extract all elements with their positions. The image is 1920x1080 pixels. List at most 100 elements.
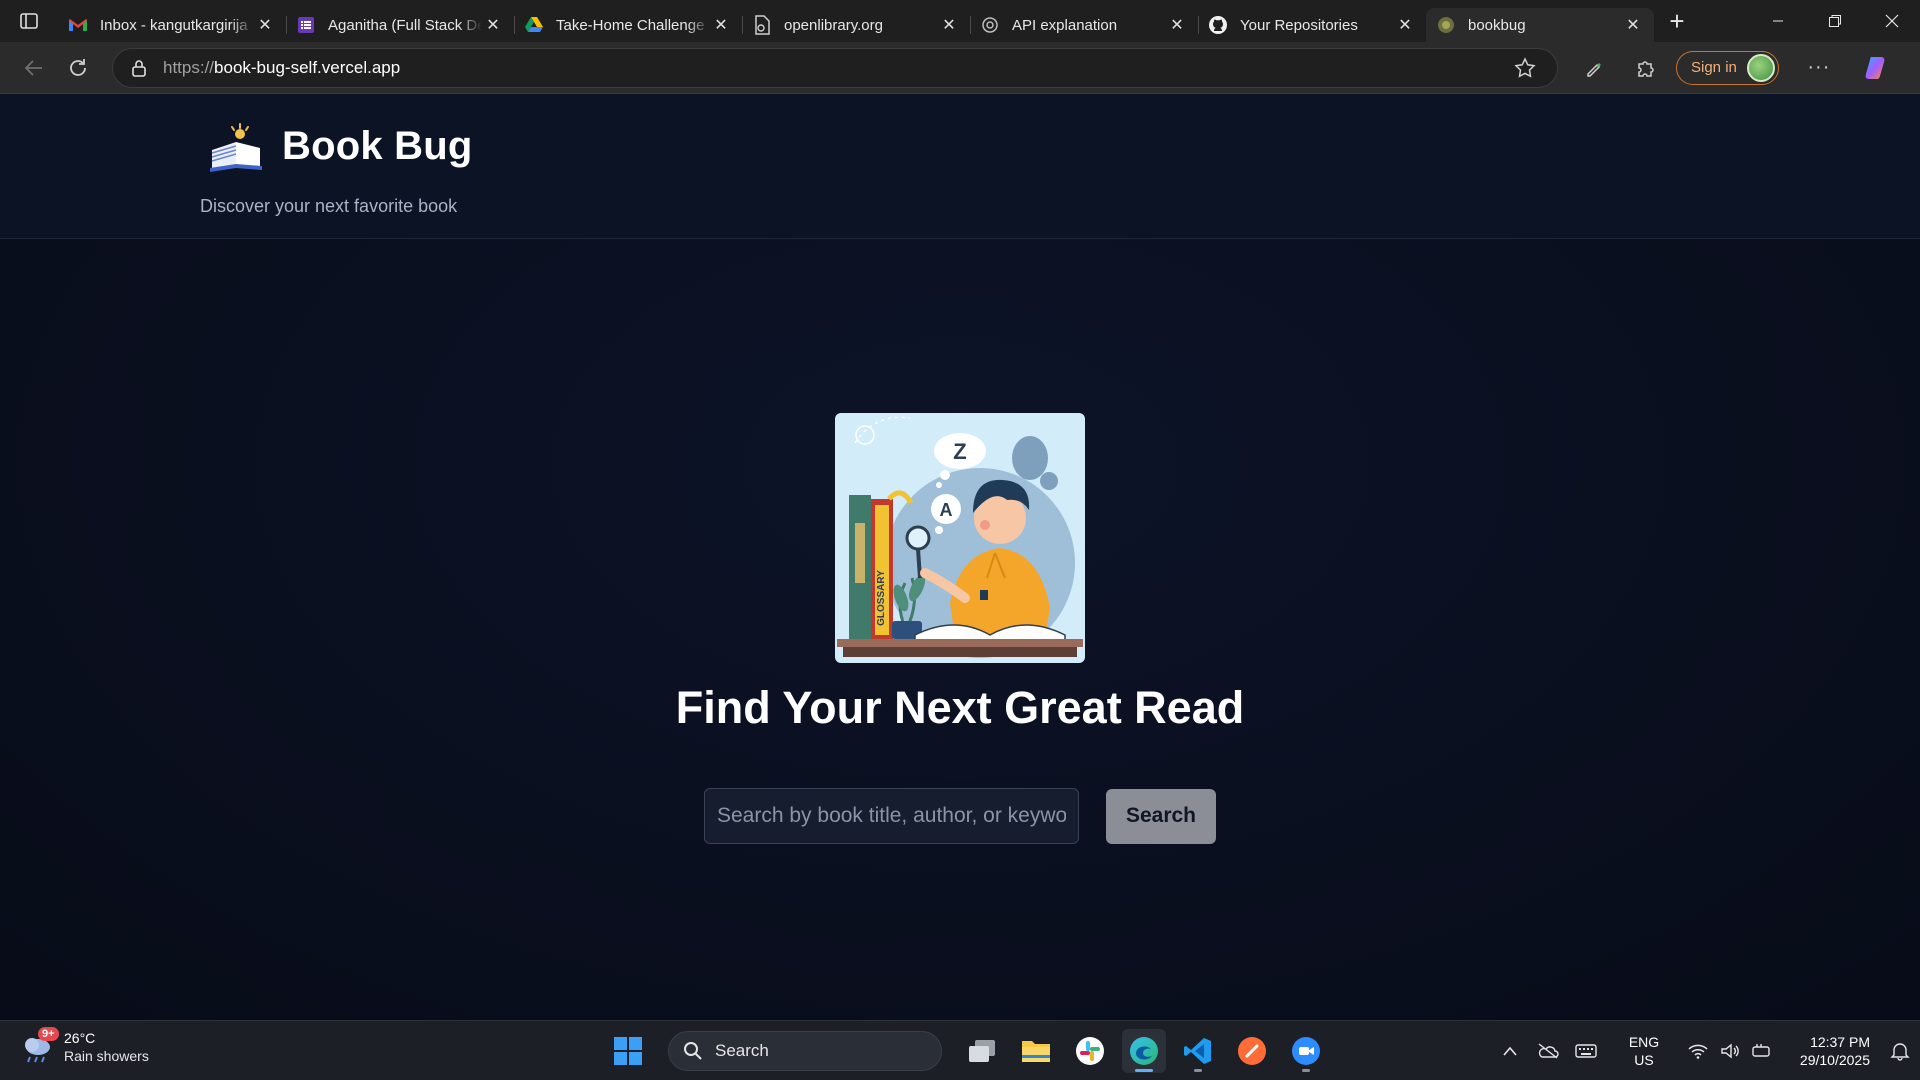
- url-host: book-bug-self.vercel.app: [214, 57, 401, 77]
- refresh-button[interactable]: [56, 48, 100, 88]
- close-icon[interactable]: ✕: [1166, 14, 1188, 36]
- close-icon[interactable]: ✕: [938, 14, 960, 36]
- search-button[interactable]: Search: [1106, 788, 1216, 844]
- tab-your-repositories[interactable]: Your Repositories ✕: [1198, 8, 1426, 42]
- edge-browser-button[interactable]: [1122, 1029, 1166, 1073]
- pen-extension-button[interactable]: [1572, 48, 1616, 88]
- keyboard-icon: [1575, 1044, 1597, 1058]
- vscode-icon: [1184, 1038, 1211, 1064]
- new-tab-button[interactable]: +: [1654, 0, 1700, 42]
- tab-api-explanation[interactable]: API explanation ✕: [970, 8, 1198, 42]
- close-icon[interactable]: ✕: [710, 14, 732, 36]
- close-window-button[interactable]: [1863, 0, 1920, 42]
- slack-button[interactable]: [1068, 1029, 1112, 1073]
- star-icon: [1514, 56, 1536, 78]
- hero-illustration: Z A GLOSSARY: [835, 413, 1085, 663]
- reader-illustration-image: Z A GLOSSARY: [837, 416, 1083, 658]
- tab-title: openlibrary.org: [784, 16, 883, 34]
- tab-openlibrary[interactable]: openlibrary.org ✕: [742, 8, 970, 42]
- task-view-button[interactable]: [960, 1029, 1004, 1073]
- tab-gmail[interactable]: Inbox - kangutkargirija ✕: [58, 8, 286, 42]
- windows-logo-icon: [614, 1037, 642, 1065]
- folder-icon: [1022, 1041, 1050, 1062]
- bubble-letter-z: Z: [953, 439, 966, 464]
- taskbar-apps: Search: [606, 1029, 1328, 1073]
- start-button[interactable]: [606, 1029, 650, 1073]
- tab-take-home[interactable]: Take-Home Challenge ✕: [514, 8, 742, 42]
- browser-toolbar: https://book-bug-self.vercel.app Sign in…: [0, 42, 1920, 94]
- vscode-button[interactable]: [1176, 1029, 1220, 1073]
- clock-date: 29/10/2025: [1799, 1052, 1870, 1068]
- tagline: Discover your next favorite book: [200, 196, 458, 216]
- battery-plug-icon: [1752, 1044, 1770, 1057]
- tab-aganitha[interactable]: Aganitha (Full Stack De ✕: [286, 8, 514, 42]
- favorite-star-button[interactable]: [1503, 48, 1547, 88]
- notifications-button[interactable]: [1880, 1041, 1920, 1061]
- copilot-button[interactable]: [1855, 48, 1899, 88]
- close-icon[interactable]: ✕: [1394, 14, 1416, 36]
- running-indicator: [1135, 1069, 1153, 1072]
- browser-tab-strip: Inbox - kangutkargirija ✕ Aganitha (Full…: [0, 0, 1920, 42]
- task-view-icon: [969, 1040, 995, 1062]
- system-tray: ENG US 12:37 PM 29/10/2025: [1494, 1021, 1920, 1080]
- tab-title: Aganitha (Full Stack De: [328, 16, 482, 34]
- slack-icon: [1076, 1037, 1104, 1065]
- github-icon: [1208, 15, 1228, 35]
- onedrive-button[interactable]: [1532, 1031, 1564, 1071]
- tab-title: Take-Home Challenge: [556, 16, 705, 34]
- chatgpt-icon: [980, 15, 1000, 35]
- weather-text: 26°C Rain showers: [64, 1029, 149, 1065]
- tab-title: bookbug: [1468, 16, 1526, 34]
- language-switcher[interactable]: ENG US: [1616, 1033, 1672, 1069]
- wifi-icon: [1688, 1044, 1708, 1059]
- extensions-button[interactable]: [1624, 48, 1668, 88]
- close-icon[interactable]: ✕: [1622, 14, 1644, 36]
- postman-button[interactable]: [1230, 1029, 1274, 1073]
- brand[interactable]: Book Bug: [208, 120, 472, 172]
- taskbar-search-label: Search: [715, 1041, 769, 1060]
- keyboard-button[interactable]: [1570, 1031, 1602, 1071]
- battery-button[interactable]: [1746, 1031, 1778, 1071]
- tab-list: Inbox - kangutkargirija ✕ Aganitha (Full…: [58, 0, 1654, 42]
- zoom-icon: [1292, 1037, 1320, 1065]
- file-explorer-button[interactable]: [1014, 1029, 1058, 1073]
- site-icon: [1436, 15, 1456, 35]
- show-hidden-icons-button[interactable]: [1494, 1031, 1526, 1071]
- tab-title: Your Repositories: [1240, 16, 1358, 34]
- address-bar[interactable]: https://book-bug-self.vercel.app: [112, 47, 1558, 88]
- clock[interactable]: 12:37 PM 29/10/2025: [1778, 1033, 1870, 1069]
- open-book-logo-icon: [210, 123, 262, 172]
- puzzle-icon: [1638, 60, 1654, 77]
- refresh-icon: [70, 58, 86, 76]
- tab-actions-icon: [20, 13, 38, 29]
- pen-icon: [1587, 62, 1601, 77]
- close-icon[interactable]: ✕: [482, 14, 504, 36]
- copilot-icon: [1865, 56, 1885, 79]
- sign-in-label: Sign in: [1691, 59, 1737, 76]
- search-input[interactable]: [704, 788, 1079, 844]
- tab-actions-button[interactable]: [0, 0, 58, 42]
- restore-button[interactable]: [1806, 0, 1863, 42]
- back-button[interactable]: [12, 48, 56, 88]
- minimize-icon: [1772, 20, 1783, 22]
- close-icon: [1885, 14, 1898, 28]
- form-icon: [296, 15, 316, 35]
- more-menu-button[interactable]: ···: [1797, 48, 1841, 88]
- tab-title: API explanation: [1012, 16, 1118, 34]
- tab-bookbug[interactable]: bookbug ✕: [1426, 8, 1654, 42]
- back-arrow-icon: [24, 59, 42, 76]
- minimize-button[interactable]: [1749, 0, 1806, 42]
- language-region: US: [1634, 1052, 1654, 1068]
- zoom-button[interactable]: [1284, 1029, 1328, 1073]
- volume-button[interactable]: [1714, 1031, 1746, 1071]
- sign-in-button[interactable]: Sign in: [1676, 50, 1779, 85]
- running-indicator: [1302, 1069, 1310, 1072]
- language-code: ENG: [1628, 1034, 1660, 1050]
- notification-badge: 9+: [38, 1027, 59, 1041]
- close-icon[interactable]: ✕: [254, 14, 276, 36]
- wifi-button[interactable]: [1682, 1031, 1714, 1071]
- running-indicator: [1194, 1069, 1202, 1072]
- weather-condition: Rain showers: [64, 1048, 149, 1064]
- taskbar-search[interactable]: Search: [668, 1031, 942, 1071]
- weather-widget[interactable]: 9+ 26°C Rain showers: [20, 1027, 149, 1065]
